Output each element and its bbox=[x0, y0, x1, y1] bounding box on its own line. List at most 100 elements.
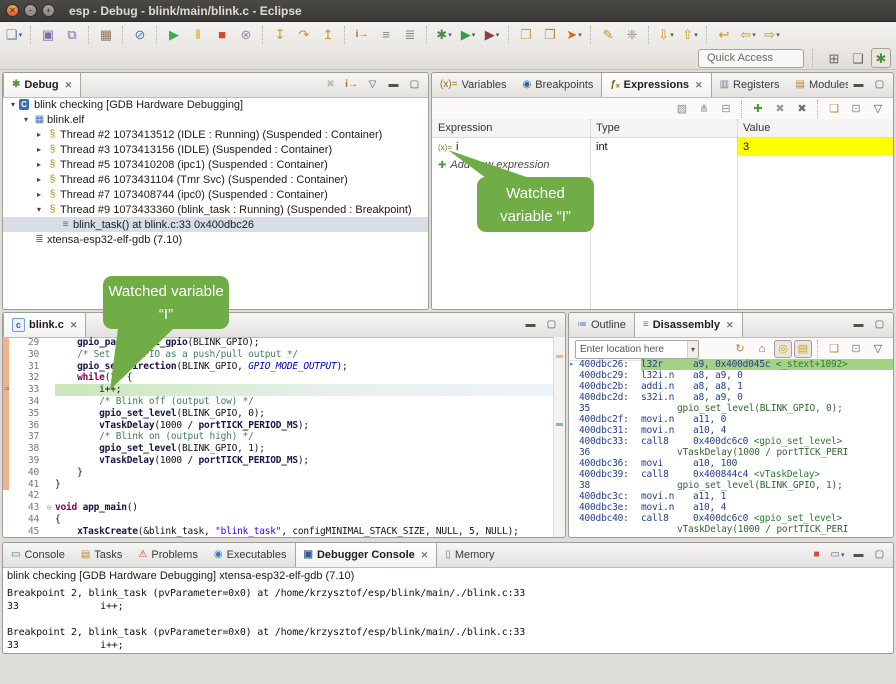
pin-view-icon[interactable]: ⊡ bbox=[846, 100, 866, 118]
new-wizard-icon[interactable]: ❏▾ bbox=[3, 25, 25, 45]
tree-expander-icon[interactable]: ▸ bbox=[33, 145, 45, 154]
show-type-names-icon[interactable]: ▧ bbox=[672, 100, 692, 118]
disassembly-line[interactable]: 400dbc36:movia10, 100 bbox=[569, 458, 893, 469]
stop-console-icon[interactable]: ■ bbox=[807, 547, 826, 564]
editor-line[interactable]: 41} bbox=[3, 479, 565, 491]
minimize-button[interactable]: − bbox=[24, 4, 37, 17]
close-tab-icon[interactable]: ✕ bbox=[70, 320, 78, 331]
disassembly-line[interactable]: 400dbc29:l32i.na8, a9, 0 bbox=[569, 370, 893, 381]
step-into-icon[interactable]: ↧ bbox=[269, 25, 291, 45]
debug-tree-item[interactable]: ▾▦blink.elf bbox=[3, 112, 428, 127]
fold-collapse-icon[interactable]: ⊖ bbox=[43, 502, 55, 514]
debug-tree-item[interactable]: ▸§Thread #5 1073410208 (ipc1) (Suspended… bbox=[3, 157, 428, 172]
maximize-icon[interactable]: ▢ bbox=[870, 77, 889, 94]
disassembly-line[interactable]: 400dbc3e:movi.na10, 4 bbox=[569, 502, 893, 513]
code-editor[interactable]: 29 gpio_pad_select_gpio(BLINK_GPIO);30 /… bbox=[3, 337, 565, 537]
expressions-tab-variables[interactable]: (x)=Variables bbox=[432, 73, 515, 97]
disassembly-line[interactable]: 35gpio_set_level(BLINK_GPIO, 0); bbox=[569, 403, 893, 414]
minimize-icon[interactable]: ▬ bbox=[849, 317, 868, 334]
editor-line[interactable]: 32 while(1) { bbox=[3, 372, 565, 384]
debug-perspective-icon[interactable]: ✱ bbox=[871, 48, 891, 68]
disassembly-line[interactable]: 400dbc3c:movi.na11, 1 bbox=[569, 491, 893, 502]
disassembly-line[interactable]: vTaskDelay(1000 / portTICK_PERI bbox=[569, 524, 893, 535]
disassembly-tab-disassembly[interactable]: ≡Disassembly✕ bbox=[634, 313, 743, 337]
terminate-icon[interactable]: ■ bbox=[211, 25, 233, 45]
breakpoint-marker[interactable]: ⇒ bbox=[3, 384, 17, 396]
remove-all-expressions-icon[interactable]: ✖ bbox=[792, 100, 812, 118]
tree-expander-icon[interactable]: ▸ bbox=[33, 160, 45, 169]
disassembly-line[interactable]: 400dbc2b:addi.na8, a8, 1 bbox=[569, 381, 893, 392]
disassembly-line[interactable]: 400dbc2d:s32i.na8, a9, 0 bbox=[569, 392, 893, 403]
step-return-icon[interactable]: ↥ bbox=[317, 25, 339, 45]
disassembly-line[interactable]: 400dbc40:call80x400dc6c0 <gpio_set_level… bbox=[569, 513, 893, 524]
editor-line[interactable]: 30 /* Set the GPIO as a push/pull output… bbox=[3, 349, 565, 361]
tree-expander-icon[interactable]: ▾ bbox=[7, 100, 19, 109]
search-icon[interactable]: ❈ bbox=[621, 25, 643, 45]
column-header-expression[interactable]: Expression bbox=[432, 122, 590, 134]
tree-expander-icon[interactable]: ▸ bbox=[33, 130, 45, 139]
debug-tree-item[interactable]: ▸§Thread #6 1073431104 (Tmr Svc) (Suspen… bbox=[3, 172, 428, 187]
console-tab-memory[interactable]: ▯Memory bbox=[437, 543, 502, 567]
step-over-icon[interactable]: ↷ bbox=[293, 25, 315, 45]
tree-expander-icon[interactable]: ▾ bbox=[20, 115, 32, 124]
expression-type-cell[interactable]: int bbox=[590, 138, 737, 156]
disconnect-icon[interactable]: ⊗ bbox=[235, 25, 257, 45]
editor-line[interactable]: 36 vTaskDelay(1000 / portTICK_PERIOD_MS)… bbox=[3, 420, 565, 432]
console-tab-debugger-console[interactable]: ▣Debugger Console✕ bbox=[295, 543, 438, 567]
debug-tree-item[interactable]: ▸§Thread #7 1073408744 (ipc0) (Suspended… bbox=[3, 187, 428, 202]
maximize-icon[interactable]: ▢ bbox=[405, 77, 424, 94]
expressions-tab-registers[interactable]: ▥Registers bbox=[712, 73, 788, 97]
previous-annotation-icon[interactable]: ⇧▾ bbox=[679, 25, 701, 45]
disassembly-listing[interactable]: ➤400dbc26:l32ra9, 0x400d045c <_stext+109… bbox=[569, 359, 893, 537]
collapse-all-icon[interactable]: ⊟ bbox=[716, 100, 736, 118]
disassembly-line[interactable]: 36vTaskDelay(1000 / portTICK_PERI bbox=[569, 447, 893, 458]
editor-line[interactable]: 42 bbox=[3, 490, 565, 502]
instruction-stepping-toggle-icon[interactable]: i→ bbox=[342, 77, 361, 94]
editor-line[interactable]: 35 gpio_set_level(BLINK_GPIO, 0); bbox=[3, 408, 565, 420]
maximize-icon[interactable]: ▢ bbox=[870, 317, 889, 334]
debug-tree-item[interactable]: ▾Cblink checking [GDB Hardware Debugging… bbox=[3, 97, 428, 112]
close-tab-icon[interactable]: ✕ bbox=[421, 550, 429, 561]
expressions-tab-expressions[interactable]: ƒₓExpressions✕ bbox=[601, 73, 711, 97]
external-tools-icon[interactable]: ▶▾ bbox=[481, 25, 503, 45]
sync-with-stack-icon[interactable]: ◎ bbox=[774, 340, 792, 358]
home-icon[interactable]: ⌂ bbox=[752, 340, 772, 358]
open-resource-icon[interactable]: ❐ bbox=[539, 25, 561, 45]
run-as-icon[interactable]: ▶▾ bbox=[457, 25, 479, 45]
editor-line[interactable]: ⇒33 i++; bbox=[3, 384, 565, 396]
refresh-icon[interactable]: ↻ bbox=[730, 340, 750, 358]
expression-value-cell[interactable]: 3 bbox=[737, 138, 893, 156]
maximize-icon[interactable]: ▢ bbox=[870, 547, 889, 564]
tree-expander-icon[interactable]: ▾ bbox=[33, 205, 45, 214]
minimize-icon[interactable]: ▬ bbox=[849, 77, 868, 94]
display-console-icon[interactable]: ▭▾ bbox=[828, 547, 847, 564]
debug-tree-item[interactable]: ▾§Thread #9 1073433360 (blink_task : Run… bbox=[3, 202, 428, 217]
close-tab-icon[interactable]: ✕ bbox=[726, 320, 734, 331]
minimize-icon[interactable]: ▬ bbox=[521, 317, 540, 334]
remove-all-terminated-icon[interactable]: ✖ bbox=[321, 77, 340, 94]
instruction-stepping-icon[interactable]: i→ bbox=[351, 25, 373, 45]
current-line-annotation-mark[interactable] bbox=[556, 423, 563, 426]
editor-line[interactable]: 38 gpio_set_level(BLINK_GPIO, 1); bbox=[3, 443, 565, 455]
new-view-icon[interactable]: ❏ bbox=[824, 100, 844, 118]
console-output[interactable]: Breakpoint 2, blink_task (pvParameter=0x… bbox=[3, 587, 893, 652]
expression-name-cell[interactable]: (x)=i bbox=[432, 138, 590, 156]
tree-expander-icon[interactable]: ▸ bbox=[33, 190, 45, 199]
console-tab-executables[interactable]: ◉Executables bbox=[206, 543, 295, 567]
view-menu-icon[interactable]: ▽ bbox=[868, 340, 888, 358]
pin-view-icon[interactable]: ⊡ bbox=[846, 340, 866, 358]
forward-icon[interactable]: ⇨▾ bbox=[761, 25, 783, 45]
show-source-icon[interactable]: ▤ bbox=[794, 340, 812, 358]
editor-line[interactable]: 29 gpio_pad_select_gpio(BLINK_GPIO); bbox=[3, 337, 565, 349]
last-edit-location-icon[interactable]: ↩ bbox=[713, 25, 735, 45]
cpp-perspective-icon[interactable]: ❏ bbox=[847, 48, 869, 68]
show-logical-structures-icon[interactable]: ⋔ bbox=[694, 100, 714, 118]
add-new-expression-row[interactable]: ✚ Add new expression bbox=[432, 156, 893, 174]
debug-tab-debug[interactable]: ✱Debug✕ bbox=[3, 73, 81, 97]
console-tab-problems[interactable]: ⚠Problems bbox=[130, 543, 205, 567]
column-header-type[interactable]: Type bbox=[590, 122, 737, 134]
console-tab-console[interactable]: ▭Console bbox=[3, 543, 73, 567]
disassembly-line[interactable]: 400dbc2f:movi.na11, 0 bbox=[569, 414, 893, 425]
minimize-icon[interactable]: ▬ bbox=[849, 547, 868, 564]
disassembly-line[interactable]: ➤400dbc26:l32ra9, 0x400d045c <_stext+109… bbox=[569, 359, 893, 370]
